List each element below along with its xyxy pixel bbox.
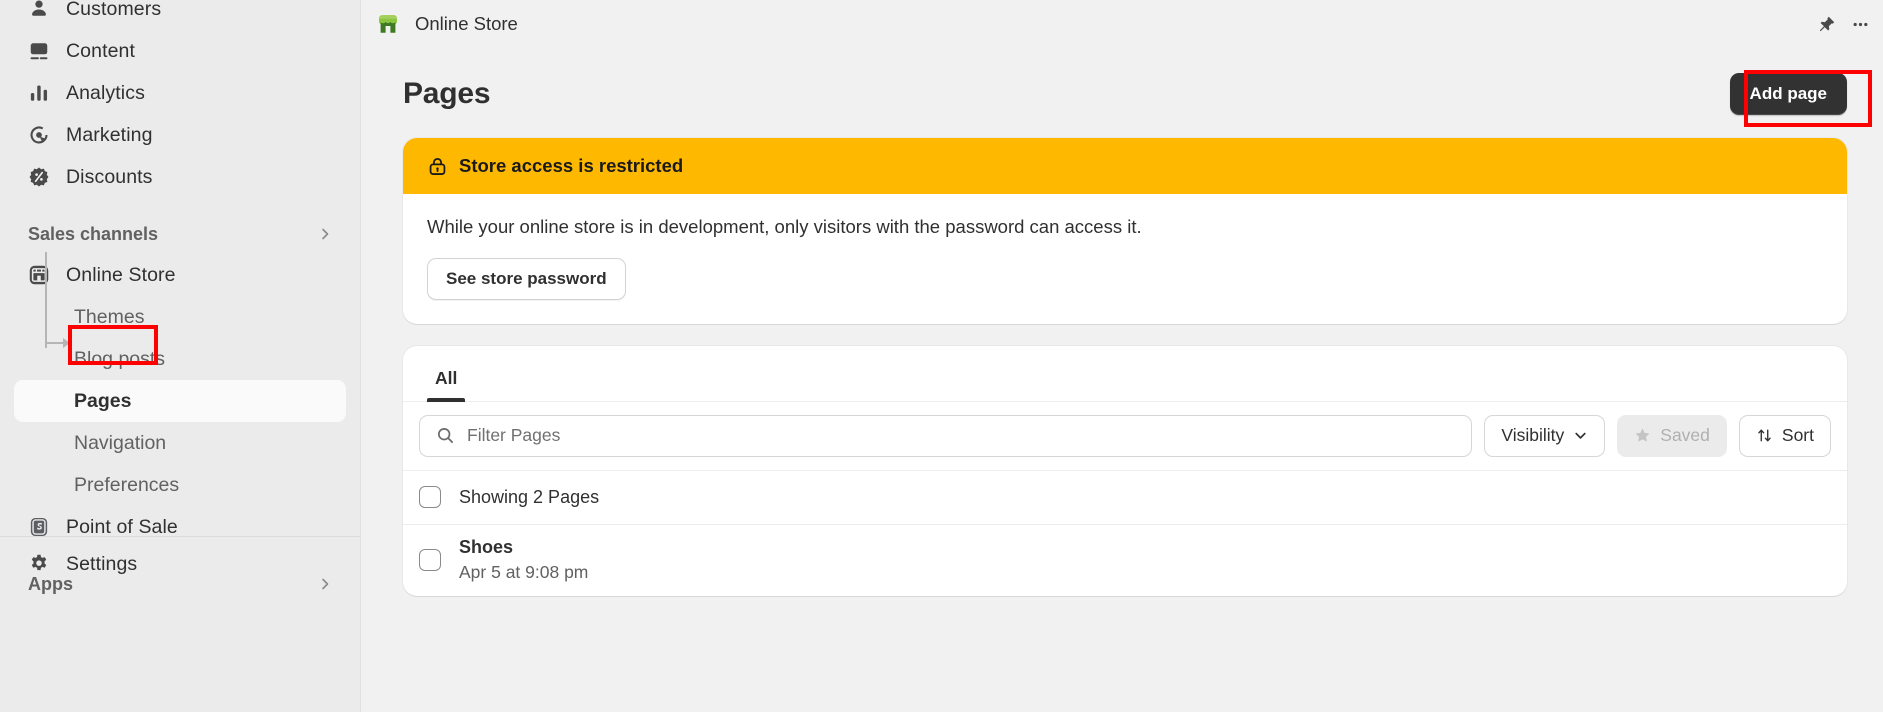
row-title: Shoes	[459, 537, 514, 558]
more-horizontal-icon[interactable]	[1843, 8, 1877, 40]
sidebar-item-discounts[interactable]: Discounts	[14, 156, 346, 198]
sidebar-item-label: Content	[66, 39, 135, 62]
tab-bar: All	[403, 346, 1847, 402]
sidebar-item-label: Pages	[74, 389, 132, 412]
section-label: Sales channels	[28, 223, 159, 244]
content-image-icon	[28, 40, 50, 62]
sidebar-item-label: Navigation	[74, 431, 167, 454]
visibility-label: Visibility	[1501, 425, 1565, 446]
sort-label: Sort	[1781, 425, 1814, 446]
table-row[interactable]: Shoes Apr 5 at 9:08 pm	[403, 523, 1847, 596]
sidebar-item-blog-posts[interactable]: Blog posts	[14, 338, 346, 380]
topbar-title: Online Store	[415, 13, 518, 34]
sidebar-item-point-of-sale[interactable]: Point of Sale	[14, 506, 346, 548]
app-root: Customers Content Analytics Marketing Di	[0, 0, 1883, 712]
sidebar-item-preferences[interactable]: Preferences	[14, 464, 346, 506]
sidebar-item-customers[interactable]: Customers	[14, 0, 346, 30]
sidebar-item-content[interactable]: Content	[14, 30, 346, 72]
add-page-button[interactable]: Add page	[1729, 73, 1847, 115]
main-content: Online Store Pages Add page Store access…	[360, 0, 1883, 712]
sidebar-item-label: Preferences	[74, 473, 180, 496]
topbar: Online Store	[361, 0, 1883, 48]
chevron-right-icon	[318, 227, 332, 241]
select-all-row: Showing 2 Pages	[403, 469, 1847, 524]
sidebar-item-label: Customers	[66, 0, 162, 20]
filter-toolbar: Visibility Saved	[403, 402, 1847, 470]
pages-list-card: All Visibility	[403, 345, 1847, 596]
chevron-down-icon	[1573, 428, 1588, 443]
banner-header: Store access is restricted	[403, 138, 1847, 194]
lock-icon	[427, 156, 448, 177]
sidebar-section-sales-channels[interactable]: Sales channels	[14, 214, 346, 254]
sort-button[interactable]: Sort	[1738, 414, 1831, 457]
store-access-banner: Store access is restricted While your on…	[403, 138, 1847, 324]
sidebar-item-online-store[interactable]: Online Store	[14, 254, 346, 296]
search-icon	[436, 426, 455, 445]
sidebar-item-label: Marketing	[66, 123, 153, 146]
row-subtitle: Apr 5 at 9:08 pm	[459, 562, 589, 583]
banner-body: While your online store is in developmen…	[403, 194, 1847, 324]
sidebar-item-label: Discounts	[66, 165, 153, 188]
gear-icon	[28, 553, 50, 575]
sidebar-item-label: Themes	[74, 305, 145, 328]
visibility-filter-button[interactable]: Visibility	[1484, 414, 1606, 457]
banner-heading: Store access is restricted	[459, 155, 684, 176]
sidebar-item-label: Settings	[66, 552, 138, 575]
pos-bag-icon	[28, 516, 50, 538]
sidebar-divider	[0, 536, 360, 537]
saved-label: Saved	[1660, 425, 1710, 446]
row-checkbox[interactable]	[419, 549, 441, 572]
discount-tag-icon	[28, 166, 50, 188]
sidebar-item-label: Analytics	[66, 81, 145, 104]
see-store-password-button[interactable]: See store password	[427, 257, 626, 300]
person-icon	[28, 0, 50, 20]
filter-pages-search[interactable]	[419, 414, 1473, 457]
storefront-green-icon	[375, 11, 401, 37]
tab-all[interactable]: All	[419, 368, 473, 402]
showing-count-label: Showing 2 Pages	[459, 486, 600, 507]
pin-icon[interactable]	[1809, 8, 1843, 40]
sidebar-item-settings[interactable]: Settings	[14, 543, 346, 585]
banner-description: While your online store is in developmen…	[427, 216, 1142, 237]
sort-arrows-icon	[1756, 427, 1773, 444]
sidebar-item-label: Blog posts	[74, 347, 166, 370]
sidebar: Customers Content Analytics Marketing Di	[0, 0, 360, 712]
sidebar-item-label: Online Store	[66, 263, 176, 286]
star-icon	[1634, 427, 1651, 444]
bar-chart-icon	[28, 82, 50, 104]
sidebar-item-analytics[interactable]: Analytics	[14, 72, 346, 114]
page-header: Pages Add page	[403, 48, 1847, 124]
search-input[interactable]	[467, 425, 1456, 447]
sidebar-item-themes[interactable]: Themes	[14, 296, 346, 338]
sidebar-item-navigation[interactable]: Navigation	[14, 422, 346, 464]
saved-views-button[interactable]: Saved	[1617, 414, 1727, 457]
target-cursor-icon	[28, 124, 50, 146]
page-title: Pages	[403, 77, 491, 110]
sidebar-item-marketing[interactable]: Marketing	[14, 114, 346, 156]
select-all-checkbox[interactable]	[419, 486, 441, 509]
sidebar-item-pages[interactable]: Pages	[14, 380, 346, 422]
